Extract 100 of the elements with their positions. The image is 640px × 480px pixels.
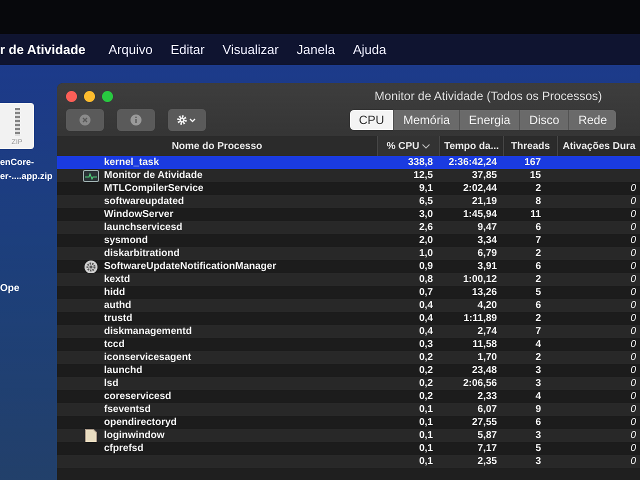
settings-button[interactable] <box>168 109 206 131</box>
wakeups-cell: 0 <box>557 221 640 234</box>
column-header[interactable]: Nome do Processo <box>57 136 377 156</box>
menu-item[interactable]: Janela <box>288 42 344 57</box>
wakeups-cell: 0 <box>557 377 640 390</box>
cpu-cell: 1,0 <box>377 247 439 260</box>
cpu-time-cell: 2,74 <box>439 325 503 338</box>
process-row[interactable]: loginwindow <box>57 429 377 442</box>
process-name: loginwindow <box>104 429 165 442</box>
process-row[interactable]: kextd <box>57 273 377 286</box>
process-name: fseventsd <box>104 403 151 416</box>
menu-item[interactable]: Visualizar <box>214 42 288 57</box>
threads-cell: 3 <box>503 455 557 468</box>
process-name: hidd <box>104 286 126 299</box>
menu-item[interactable]: Editar <box>162 42 214 57</box>
threads-cell: 3 <box>503 377 557 390</box>
process-row[interactable]: kernel_task <box>57 156 377 169</box>
cpu-cell: 0,4 <box>377 299 439 312</box>
column-header[interactable]: Threads <box>503 136 557 156</box>
activity-chart-icon <box>83 170 99 182</box>
cpu-cell: 338,8 <box>377 156 439 169</box>
process-row[interactable]: diskarbitrationd <box>57 247 377 260</box>
wakeups-cell: 0 <box>557 429 640 442</box>
wakeups-cell: 0 <box>557 351 640 364</box>
cpu-time-cell: 1,70 <box>439 351 503 364</box>
cpu-time-cell: 37,85 <box>439 169 503 182</box>
info-icon <box>130 114 142 126</box>
cpu-time-cell: 4,20 <box>439 299 503 312</box>
cpu-time-cell: 21,19 <box>439 195 503 208</box>
menu-item[interactable]: Ajuda <box>344 42 396 57</box>
close-button[interactable] <box>66 90 77 102</box>
window-title: Monitor de Atividade (Todos os Processos) <box>374 89 602 103</box>
cpu-cell: 0,4 <box>377 325 439 338</box>
info-button[interactable] <box>117 109 155 131</box>
wakeups-cell: 0 <box>557 403 640 416</box>
process-row[interactable]: diskmanagementd <box>57 325 377 338</box>
sort-caret-icon <box>422 144 430 148</box>
zoom-button[interactable] <box>102 90 113 102</box>
column-header[interactable]: Tempo da... <box>439 136 503 156</box>
threads-cell: 15 <box>503 169 557 182</box>
wakeups-cell: 0 <box>557 273 640 286</box>
process-name: kernel_task <box>104 156 160 169</box>
app-menu[interactable]: r de Atividade <box>0 42 100 57</box>
cpu-time-cell: 5,87 <box>439 429 503 442</box>
process-row[interactable]: launchservicesd <box>57 221 377 234</box>
cpu-cell: 0,2 <box>377 351 439 364</box>
process-name: launchservicesd <box>104 221 182 234</box>
threads-cell: 6 <box>503 299 557 312</box>
cpu-cell: 12,5 <box>377 169 439 182</box>
minimize-button[interactable] <box>84 90 95 102</box>
cpu-time-cell: 9,47 <box>439 221 503 234</box>
close-circle-icon <box>79 114 91 126</box>
cpu-cell: 0,2 <box>377 377 439 390</box>
process-name: sysmond <box>104 234 148 247</box>
threads-cell: 7 <box>503 325 557 338</box>
wakeups-cell: 0 <box>557 455 640 468</box>
process-name: diskmanagementd <box>104 325 192 338</box>
process-name: kextd <box>104 273 130 286</box>
cpu-time-cell: 1:00,12 <box>439 273 503 286</box>
tab[interactable]: Rede <box>568 110 616 130</box>
cpu-time-cell: 6,07 <box>439 403 503 416</box>
desktop-item-label[interactable]: Ope <box>0 283 57 294</box>
process-row[interactable]: Monitor de Atividade <box>57 169 377 182</box>
threads-cell: 8 <box>503 195 557 208</box>
cpu-cell: 0,1 <box>377 403 439 416</box>
process-name: launchd <box>104 364 142 377</box>
wakeups-cell: 0 <box>557 195 640 208</box>
cpu-time-cell: 6,79 <box>439 247 503 260</box>
process-row[interactable]: softwareupdated <box>57 195 377 208</box>
process-row[interactable]: lsd <box>57 377 377 390</box>
process-row[interactable]: authd <box>57 299 377 312</box>
threads-cell: 3 <box>503 429 557 442</box>
cpu-cell: 6,5 <box>377 195 439 208</box>
stop-process-button[interactable] <box>66 109 104 131</box>
menu-item[interactable]: Arquivo <box>99 42 162 57</box>
threads-cell: 2 <box>503 351 557 364</box>
wakeups-cell: 0 <box>557 299 640 312</box>
process-name: opendirectoryd <box>104 416 177 429</box>
process-name: MTLCompilerService <box>104 182 204 195</box>
process-name: tccd <box>104 338 125 351</box>
process-row[interactable]: iconservicesagent <box>57 351 377 364</box>
process-name: coreservicesd <box>104 390 172 403</box>
process-name: WindowServer <box>104 208 174 221</box>
threads-cell: 2 <box>503 273 557 286</box>
cpu-cell: 0,8 <box>377 273 439 286</box>
gear-icon <box>84 260 98 274</box>
column-header[interactable]: % CPU <box>377 136 439 156</box>
process-name: diskarbitrationd <box>104 247 180 260</box>
tab[interactable]: CPU <box>350 110 394 130</box>
process-name: authd <box>104 299 132 312</box>
threads-cell: 6 <box>503 221 557 234</box>
process-name: lsd <box>104 377 118 390</box>
cpu-time-cell: 2:06,56 <box>439 377 503 390</box>
gear-caret-icon <box>176 114 198 126</box>
threads-cell: 167 <box>503 156 557 169</box>
file-name[interactable]: enCore- er-....app.zip <box>0 155 53 183</box>
process-row[interactable]: fseventsd <box>57 403 377 416</box>
column-header[interactable]: Ativações Dura <box>557 136 640 156</box>
cpu-time-cell: 2:36:42,24 <box>439 156 503 169</box>
cpu-cell: 0,1 <box>377 429 439 442</box>
